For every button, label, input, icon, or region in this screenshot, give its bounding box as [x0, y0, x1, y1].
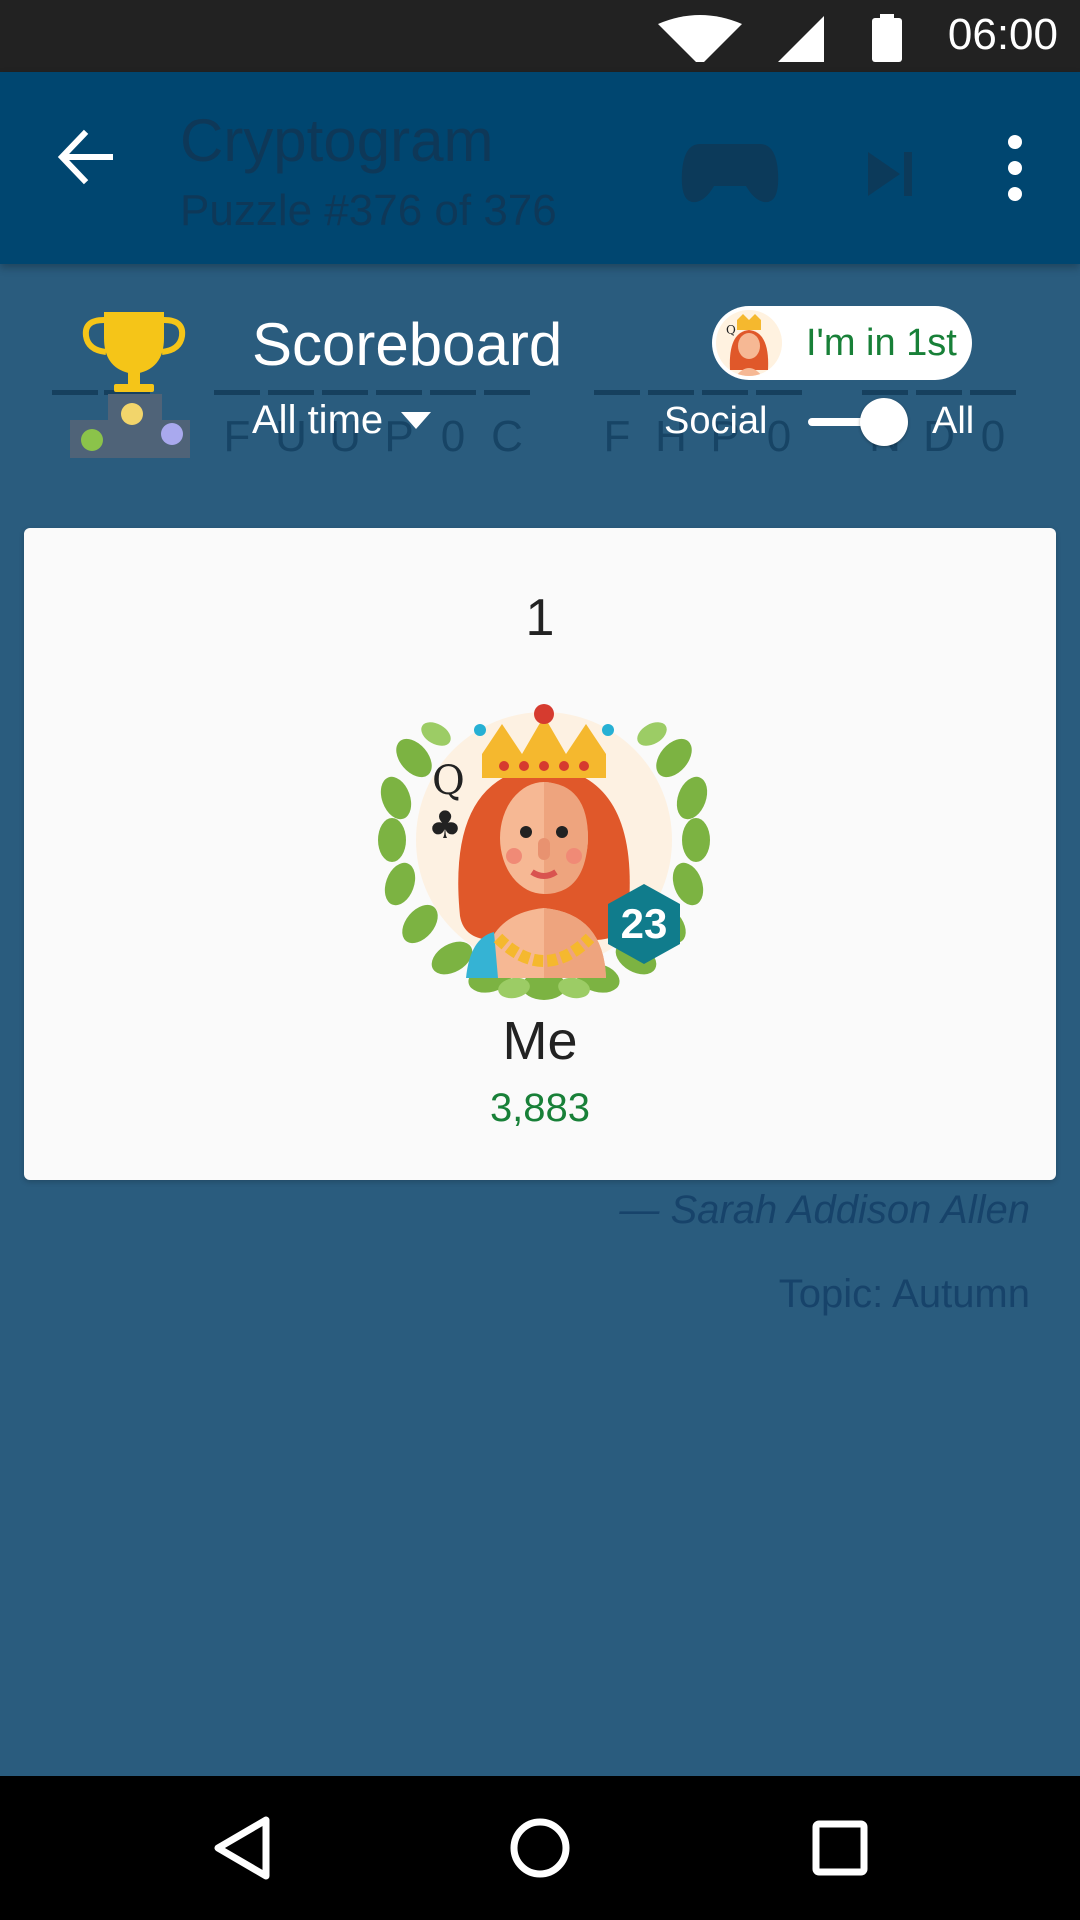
timeframe-label: All time: [252, 397, 384, 442]
wifi-icon: [658, 15, 742, 62]
nav-home-icon[interactable]: [490, 1798, 590, 1898]
nav-recents-icon[interactable]: [790, 1798, 890, 1898]
timeframe-dropdown[interactable]: All time: [252, 395, 432, 445]
social-filter-label[interactable]: Social: [664, 400, 768, 443]
all-filter-label[interactable]: All: [932, 400, 974, 443]
nav-back-icon[interactable]: [190, 1798, 290, 1898]
gamepad-icon: [681, 144, 779, 203]
clock: 06:00: [947, 10, 1058, 59]
player-score: 3,883: [489, 1086, 591, 1130]
game-title: Cryptogram: [180, 107, 494, 174]
letter-blank: 0: [970, 390, 1016, 470]
app-bar: Cryptogram Puzzle #376 of 376: [0, 72, 1080, 264]
puzzle-topic: Topic: Autumn: [778, 1272, 1030, 1316]
signal-icon: [778, 16, 824, 62]
social-all-toggle[interactable]: [808, 398, 908, 446]
my-rank-pill[interactable]: Q I'm in 1st: [712, 306, 972, 380]
skip-next-icon: [868, 152, 912, 196]
status-icons: [658, 14, 902, 62]
queen-avatar-icon: Q: [716, 310, 782, 376]
player-avatar: Q ♣ 23: [374, 688, 714, 1008]
letter-blank: 0: [430, 390, 476, 470]
svg-text:Q: Q: [432, 758, 465, 804]
level-badge: 23: [621, 900, 668, 947]
player-name: Me: [502, 1011, 578, 1071]
trophy-podium-icon: [70, 312, 190, 458]
navigation-bar: [0, 1776, 1080, 1920]
letter-blank: C: [484, 390, 530, 470]
puzzle-number: Puzzle #376 of 376: [180, 186, 557, 235]
quote-author: — Sarah Addison Allen: [619, 1188, 1030, 1232]
toggle-thumb: [860, 398, 908, 446]
back-arrow-icon[interactable]: [50, 122, 120, 192]
svg-text:Q: Q: [726, 323, 736, 337]
letter-blank: F: [594, 390, 640, 470]
leaderboard-card: 1 Q ♣ 23 Me 3,883: [24, 528, 1056, 1180]
my-rank-text: I'm in 1st: [806, 321, 957, 364]
entry-rank: 1: [525, 589, 555, 647]
dropdown-caret-icon: [401, 411, 432, 429]
battery-icon: [872, 18, 902, 62]
status-bar: 06:00: [0, 0, 1080, 72]
svg-text:♣: ♣: [428, 803, 462, 847]
more-vert-icon[interactable]: [990, 128, 1040, 208]
laurel-queen-avatar-icon: Q ♣ 23: [378, 704, 710, 1000]
scoreboard-title: Scoreboard: [252, 311, 563, 378]
